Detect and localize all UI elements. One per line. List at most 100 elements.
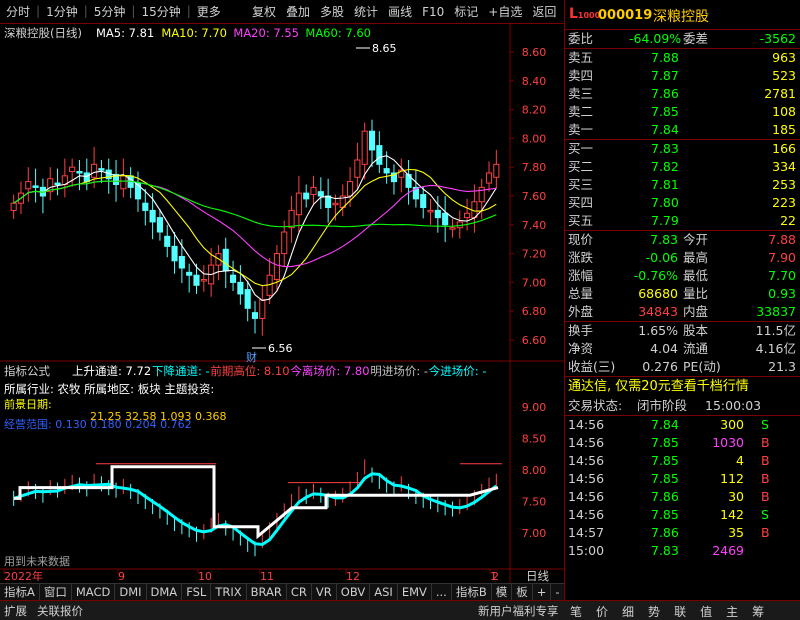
bottom-link-1[interactable]: 关联报价 bbox=[37, 603, 83, 619]
tick-list[interactable]: 14:56 7.84 300 S 14:56 7.85 1030 B 14:56 7.85 4 B 14… bbox=[565, 416, 800, 560]
bid-row[interactable]: 买二 7.82 334 bbox=[565, 158, 800, 176]
indicator-tab-7[interactable]: BRAR bbox=[247, 584, 287, 600]
candle-body bbox=[434, 209, 441, 219]
tool-button-3[interactable]: 统计 bbox=[352, 4, 380, 20]
ask-row[interactable]: 卖一 7.84 185 bbox=[565, 121, 800, 139]
tool-button-2[interactable]: 多股 bbox=[318, 4, 346, 20]
period-tab-4[interactable]: 更多 bbox=[195, 4, 223, 20]
indicator-tab-9[interactable]: VR bbox=[312, 584, 337, 600]
candle-body bbox=[317, 191, 324, 197]
promo-banner[interactable]: 通达信, 仅需20元查看千档行情 bbox=[565, 377, 800, 396]
indicator-tab-1[interactable]: 窗口 bbox=[40, 584, 72, 600]
candle-body bbox=[281, 231, 288, 255]
tick-row[interactable]: 14:56 7.85 142 S bbox=[565, 506, 800, 524]
bottom-link-0[interactable]: 扩展 bbox=[4, 603, 27, 619]
panel-switch-5[interactable]: 值 bbox=[700, 603, 712, 620]
price-tick-1: 8.40 bbox=[522, 75, 547, 88]
bid-row[interactable]: 买三 7.81 253 bbox=[565, 176, 800, 194]
period-tab-0[interactable]: 分时 bbox=[4, 4, 32, 20]
tick-row[interactable]: 14:56 7.85 112 B bbox=[565, 470, 800, 488]
bid-label: 买一 bbox=[568, 141, 594, 156]
ask-row[interactable]: 卖五 7.88 963 bbox=[565, 49, 800, 67]
period-tab-2[interactable]: 5分钟 bbox=[92, 4, 128, 20]
panel-switch-6[interactable]: 主 bbox=[726, 603, 738, 620]
ask-row[interactable]: 卖四 7.87 523 bbox=[565, 67, 800, 85]
indicator-tab-17[interactable]: + bbox=[533, 584, 552, 600]
indicator-tab-4[interactable]: DMA bbox=[147, 584, 183, 600]
indicator-value-5: 今进场价: - bbox=[429, 364, 487, 378]
tool-button-4[interactable]: 画线 bbox=[386, 4, 414, 20]
indicator-tab-5[interactable]: FSL bbox=[182, 584, 212, 600]
tool-button-0[interactable]: 复权 bbox=[250, 4, 278, 20]
panel-switch-0[interactable]: 笔 bbox=[570, 603, 582, 620]
bid-row[interactable]: 买一 7.83 166 bbox=[565, 140, 800, 158]
candle-body bbox=[368, 130, 376, 151]
period-tab-3[interactable]: 15分钟 bbox=[139, 4, 182, 20]
indicator-tab-8[interactable]: CR bbox=[287, 584, 312, 600]
tool-button-7[interactable]: +自选 bbox=[486, 4, 524, 20]
ask-label: 卖三 bbox=[568, 86, 594, 101]
tick-row[interactable]: 15:00 7.83 2469 bbox=[565, 542, 800, 560]
candle-body bbox=[449, 227, 456, 230]
bid-row[interactable]: 买五 7.79 22 bbox=[565, 212, 800, 230]
indicator-tab-12[interactable]: EMV bbox=[398, 584, 432, 600]
bid-row[interactable]: 买四 7.80 223 bbox=[565, 194, 800, 212]
indicator-tab-0[interactable]: 指标A bbox=[0, 584, 40, 600]
panel-switch-3[interactable]: 势 bbox=[648, 603, 660, 620]
ask-row[interactable]: 卖二 7.85 108 bbox=[565, 103, 800, 121]
fund-row: 净资 4.04 流通 4.16亿 bbox=[565, 340, 800, 358]
candle-body bbox=[244, 289, 251, 309]
ask-volume: 2781 bbox=[764, 86, 796, 101]
indicator-tab-2[interactable]: MACD bbox=[72, 584, 116, 600]
panel-switch-2[interactable]: 细 bbox=[622, 603, 634, 620]
price-tick-6: 7.40 bbox=[522, 219, 547, 232]
indicator-tab-10[interactable]: OBV bbox=[337, 584, 371, 600]
tool-button-6[interactable]: 标记 bbox=[452, 4, 480, 20]
stat-row: 涨跌 -0.06 最高 7.90 bbox=[565, 249, 800, 267]
tick-row[interactable]: 14:56 7.85 1030 B bbox=[565, 434, 800, 452]
tick-time: 14:57 bbox=[568, 525, 605, 540]
weibi-row: 委比 -64.09% 委差 -3562 bbox=[565, 30, 800, 48]
tick-price: 7.86 bbox=[651, 489, 679, 504]
tick-row[interactable]: 14:57 7.86 35 B bbox=[565, 524, 800, 542]
stat-value: 0.93 bbox=[768, 286, 796, 301]
tick-row[interactable]: 14:56 7.86 30 B bbox=[565, 488, 800, 506]
indicator-tab-11[interactable]: ASI bbox=[370, 584, 398, 600]
panel-switch-7[interactable]: 筹 bbox=[752, 603, 764, 620]
tab-divider: | bbox=[83, 4, 88, 18]
indicator-tab-15[interactable]: 模 bbox=[492, 584, 513, 600]
x-label-3: 11 bbox=[260, 570, 274, 583]
tick-row[interactable]: 14:56 7.84 300 S bbox=[565, 416, 800, 434]
ask-price: 7.84 bbox=[651, 122, 679, 137]
indicator-tab-13[interactable]: ... bbox=[432, 584, 452, 600]
indicator-tab-18[interactable]: - bbox=[551, 584, 565, 600]
indicator-tab-6[interactable]: TRIX bbox=[211, 584, 247, 600]
candle-body bbox=[69, 166, 76, 173]
candle-body bbox=[288, 209, 295, 229]
tool-button-1[interactable]: 叠加 bbox=[284, 4, 312, 20]
panel-switch-1[interactable]: 价 bbox=[596, 603, 608, 620]
panel-switch-4[interactable]: 联 bbox=[674, 603, 686, 620]
fund-value: 0.276 bbox=[642, 359, 678, 374]
new-user-link[interactable]: 新用户福利专享 bbox=[478, 603, 559, 619]
stat-label: 今开 bbox=[683, 232, 709, 247]
period-tabs: 分时 | 1分钟 | 5分钟 | 15分钟 | 更多 bbox=[4, 4, 223, 20]
price-tick-2: 8.20 bbox=[522, 104, 547, 117]
candle-body bbox=[376, 145, 383, 165]
indicator-tick-1: 8.50 bbox=[522, 433, 547, 446]
indicator-tab-3[interactable]: DMI bbox=[115, 584, 147, 600]
candle-body bbox=[251, 312, 259, 319]
tool-button-5[interactable]: F10 bbox=[420, 4, 446, 20]
kline-chart-area[interactable]: 深粮控股(日线) MA5: 7.81 MA10: 7.70 MA20: 7.55 MA6… bbox=[0, 24, 564, 600]
indicator-tab-14[interactable]: 指标B bbox=[452, 584, 492, 600]
future-data-note: 用到未来数据 bbox=[4, 554, 70, 568]
tick-row[interactable]: 14:56 7.85 4 B bbox=[565, 452, 800, 470]
ask-row[interactable]: 卖三 7.86 2781 bbox=[565, 85, 800, 103]
tool-button-8[interactable]: 返回 bbox=[530, 4, 558, 20]
x-label-0: 2022年 bbox=[4, 569, 43, 583]
kline-chart[interactable]: 深粮控股(日线) MA5: 7.81 MA10: 7.70 MA20: 7.55 MA6… bbox=[0, 24, 564, 600]
tick-volume: 30 bbox=[728, 489, 744, 504]
indicator-tab-16[interactable]: 板 bbox=[512, 584, 533, 600]
candle-body bbox=[164, 235, 171, 247]
period-tab-1[interactable]: 1分钟 bbox=[44, 4, 80, 20]
